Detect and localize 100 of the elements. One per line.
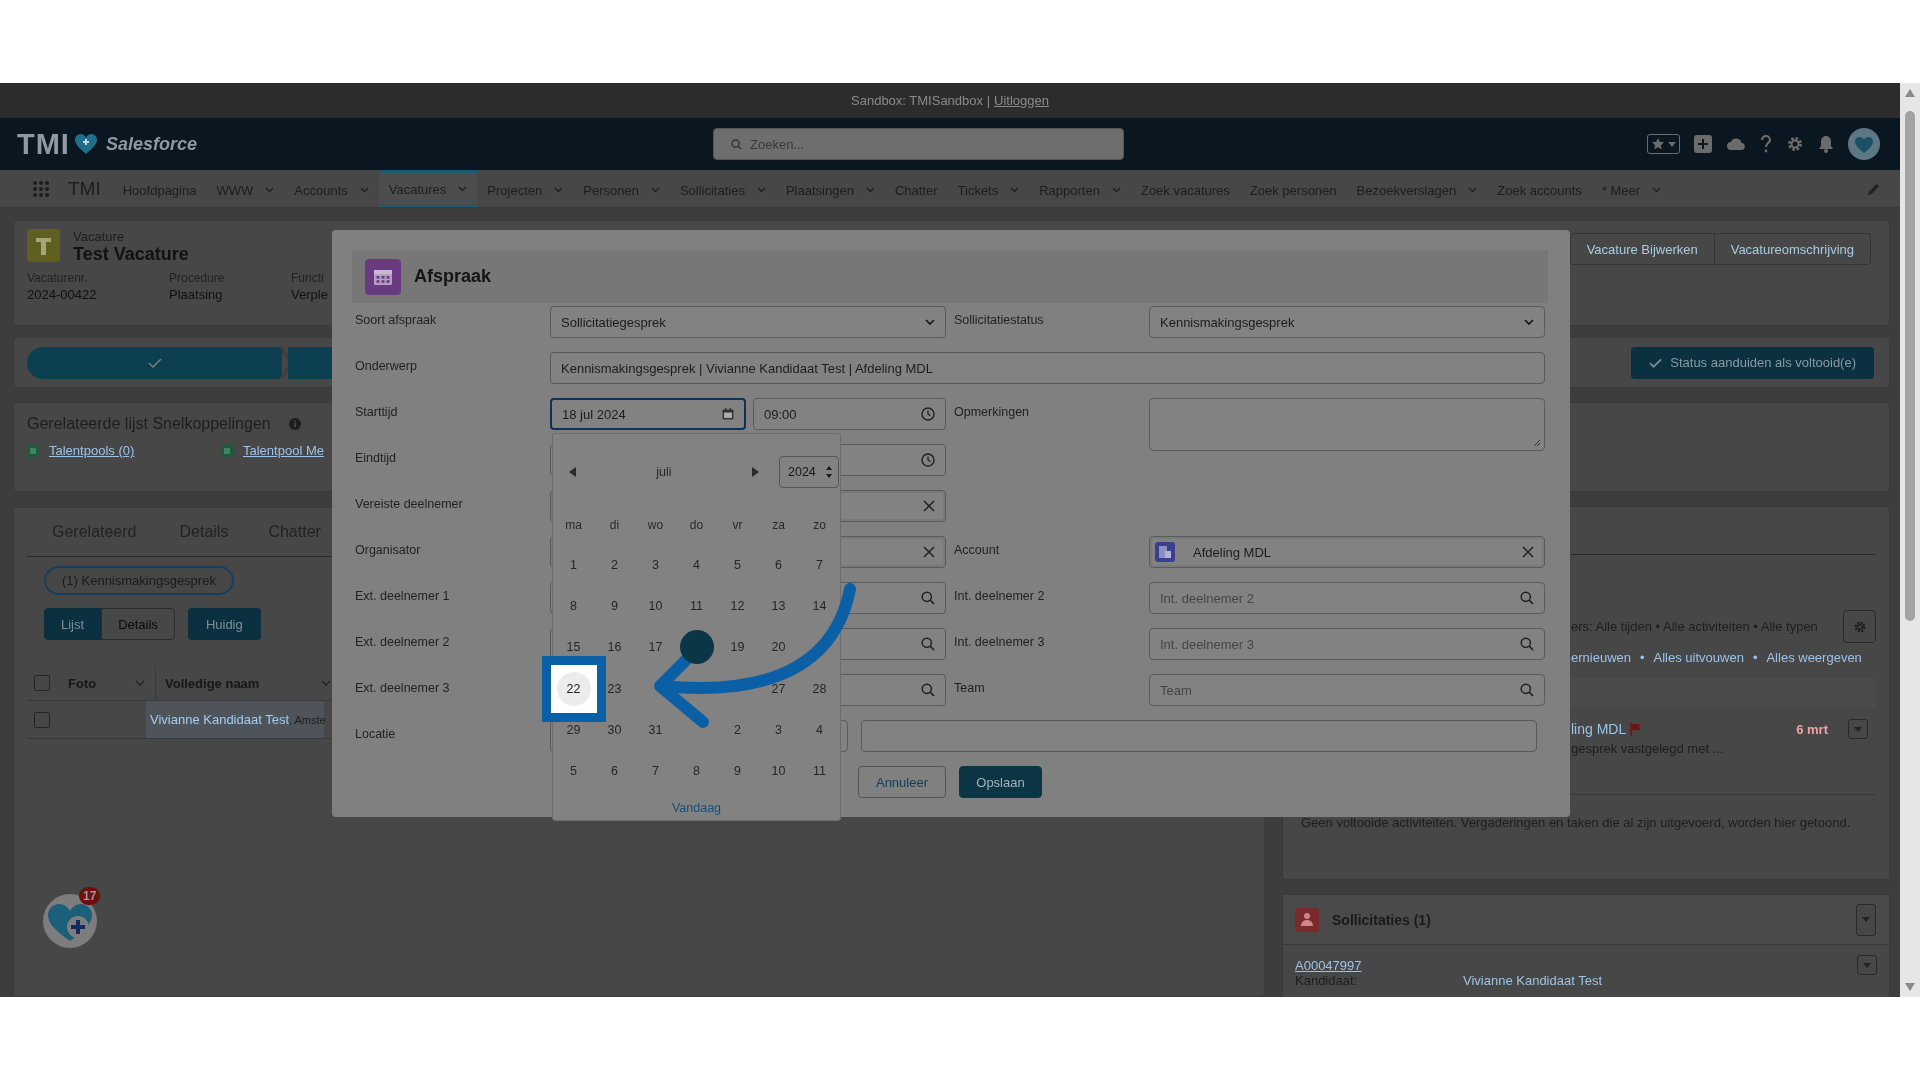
record-link[interactable]: A00047997: [1295, 957, 1362, 973]
chevron-down-icon[interactable]: [650, 187, 660, 193]
heart-plus-icon[interactable]: [42, 891, 99, 948]
calendar-day[interactable]: 20: [769, 640, 788, 655]
today-link[interactable]: Vandaag: [671, 800, 722, 815]
view-toggle[interactable]: Details: [101, 608, 175, 640]
calendar-day[interactable]: 13: [769, 598, 788, 613]
text-field[interactable]: Kennismakingsgesprek | Vivianne Kandidaat Test | Afdeling MDL: [550, 352, 1545, 384]
calendar-day[interactable]: 6: [773, 557, 784, 572]
clock-icon[interactable]: [921, 453, 935, 467]
chevron-down-icon[interactable]: [1652, 187, 1662, 193]
lookup-field[interactable]: Int. deelnemer 3: [1149, 628, 1545, 660]
calendar-day[interactable]: 28: [810, 681, 829, 696]
chevron-down-icon[interactable]: [359, 187, 369, 193]
help-icon[interactable]: [1760, 135, 1772, 153]
candidate-link[interactable]: Vivianne Kandidaat Test: [150, 712, 289, 727]
view-toggle[interactable]: Lijst: [44, 608, 102, 640]
app-launcher-icon[interactable]: [32, 179, 50, 198]
chevron-down-icon[interactable]: [458, 186, 468, 192]
chevron-down-icon[interactable]: [1468, 187, 1478, 193]
calendar-day[interactable]: 2: [732, 722, 743, 737]
logout-link[interactable]: Uitloggen: [994, 93, 1049, 108]
notes-field[interactable]: [1149, 398, 1545, 451]
settings-icon[interactable]: [1786, 135, 1804, 153]
calendar-day[interactable]: 29: [564, 722, 583, 737]
calendar-day[interactable]: 15: [564, 640, 583, 655]
activity-link[interactable]: Alles uitvouwen: [1653, 650, 1744, 665]
activity-title-link[interactable]: ling MDL: [1571, 721, 1627, 737]
previous-month-icon[interactable]: [569, 467, 576, 477]
calendar-day[interactable]: 14: [810, 598, 829, 613]
lookup-field[interactable]: Int. deelnemer 2: [1149, 582, 1545, 614]
date-field[interactable]: 18 jul 2024: [550, 398, 746, 430]
calendar-day[interactable]: 7: [814, 557, 825, 572]
calendar-day[interactable]: 10: [646, 598, 665, 613]
calendar-day[interactable]: 17: [646, 640, 665, 655]
calendar-day[interactable]: 30: [605, 722, 624, 737]
dropdown-button[interactable]: [1857, 955, 1877, 975]
scroll-up-icon[interactable]: [1905, 89, 1915, 97]
path-stage[interactable]: [27, 346, 282, 379]
settings-button[interactable]: [1843, 610, 1876, 643]
text-field[interactable]: [861, 720, 1537, 752]
calendar-day[interactable]: 4: [814, 722, 825, 737]
cancel-button[interactable]: Annuleer: [858, 766, 946, 798]
calendar-day[interactable]: 11: [811, 764, 828, 779]
calendar-day[interactable]: 3: [773, 722, 784, 737]
calendar-day[interactable]: 6: [609, 764, 620, 779]
calendar-day[interactable]: 9: [732, 764, 743, 779]
calendar-day[interactable]: 16: [605, 640, 624, 655]
clear-icon[interactable]: [923, 500, 935, 512]
dropdown-button[interactable]: [1856, 903, 1876, 936]
calendar-day[interactable]: 2: [609, 557, 620, 572]
cloud-icon[interactable]: [1726, 136, 1746, 152]
scrollbar-thumb[interactable]: [1905, 111, 1915, 621]
calendar-day[interactable]: 5: [732, 557, 743, 572]
dropdown-button[interactable]: [1848, 719, 1868, 739]
calendar-day[interactable]: 7: [650, 764, 661, 779]
select-field[interactable]: Sollicitatiegesprek: [550, 306, 946, 338]
resize-grip-icon[interactable]: [1533, 439, 1541, 447]
clear-icon[interactable]: [923, 546, 935, 558]
calendar-day[interactable]: 10: [769, 764, 788, 779]
calendar-day[interactable]: 11: [688, 598, 705, 613]
selected-day[interactable]: [679, 630, 714, 665]
calendar-day[interactable]: 12: [728, 598, 747, 613]
related-list-link[interactable]: Talentpools (0): [49, 443, 135, 458]
mark-complete-button[interactable]: Status aanduiden als voltooid(e): [1631, 346, 1874, 379]
next-month-icon[interactable]: [752, 467, 759, 477]
calendar-day[interactable]: 1: [568, 557, 579, 572]
chevron-down-icon[interactable]: [865, 187, 875, 193]
chevron-down-icon[interactable]: [554, 187, 564, 193]
plus-icon[interactable]: [1694, 135, 1712, 153]
calendar-day[interactable]: 19: [728, 640, 747, 655]
favorites-button[interactable]: [1647, 134, 1680, 154]
calendar-icon[interactable]: [722, 408, 734, 420]
activity-link[interactable]: ernieuwen: [1571, 650, 1631, 665]
save-button[interactable]: Opslaan: [959, 766, 1042, 798]
calendar-day[interactable]: 3: [650, 557, 661, 572]
calendar-day[interactable]: 8: [568, 598, 579, 613]
select-field[interactable]: Kennismakingsgesprek: [1149, 306, 1545, 338]
current-button[interactable]: Huidig: [187, 608, 261, 640]
candidate-link[interactable]: Vivianne Kandidaat Test: [1463, 973, 1602, 988]
calendar-day[interactable]: 23: [605, 681, 624, 696]
chevron-down-icon[interactable]: [265, 187, 275, 193]
time-field[interactable]: 09:00: [753, 398, 946, 430]
action-button[interactable]: Vacatureomschrijving: [1714, 233, 1871, 265]
avatar-icon[interactable]: [1848, 128, 1880, 160]
calendar-day[interactable]: 8: [691, 764, 702, 779]
calendar-day[interactable]: 9: [609, 598, 620, 613]
year-select[interactable]: 2024: [779, 456, 839, 488]
calendar-day[interactable]: 31: [646, 722, 665, 737]
calendar-day[interactable]: 27: [769, 681, 788, 696]
activity-link[interactable]: Alles weergeven: [1766, 650, 1862, 665]
chevron-down-icon[interactable]: [1111, 187, 1121, 193]
bell-icon[interactable]: [1818, 135, 1834, 153]
calendar-day[interactable]: 5: [568, 764, 579, 779]
action-button[interactable]: Vacature Bijwerken: [1569, 233, 1715, 265]
edit-icon[interactable]: [1867, 183, 1880, 196]
row-checkbox[interactable]: [34, 711, 50, 728]
related-list-link[interactable]: Talentpool Me: [243, 443, 324, 458]
calendar-day[interactable]: 4: [691, 557, 702, 572]
clock-icon[interactable]: [921, 407, 935, 421]
